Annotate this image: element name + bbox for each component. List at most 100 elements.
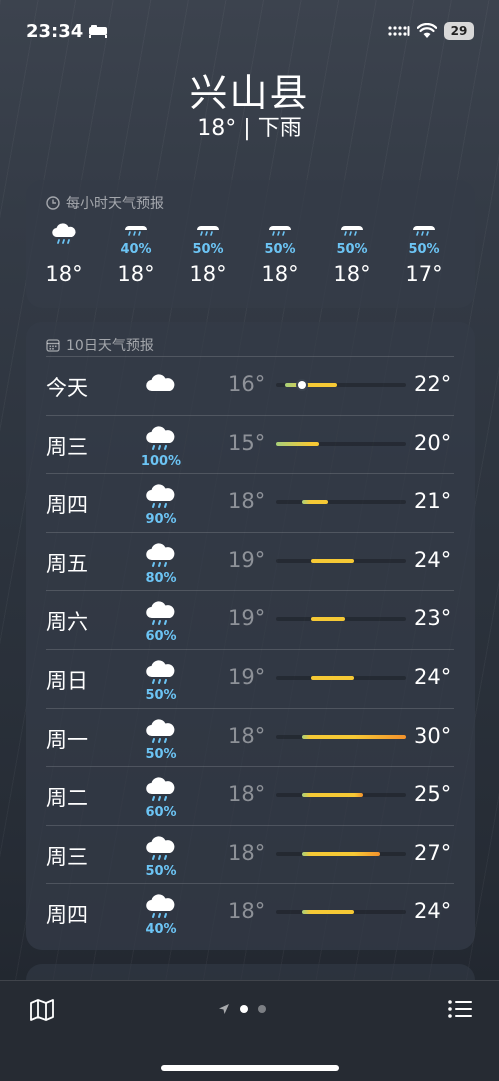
daily-row[interactable]: 今天 16° 22°: [26, 357, 475, 415]
page-indicator[interactable]: [218, 1003, 266, 1015]
precip-chance: 60%: [145, 629, 177, 645]
list-icon[interactable]: [448, 999, 472, 1019]
day-label: 今天: [46, 376, 88, 400]
temp-range-bar: [302, 500, 328, 505]
rain-cloud-icon: [144, 891, 178, 919]
daily-row[interactable]: 周四 40% 18° 24°: [26, 884, 475, 942]
daily-header: 10日天气预报: [46, 335, 154, 355]
high-temp: 24°: [414, 899, 452, 924]
day-label: 周二: [46, 786, 88, 811]
temp-range-bar: [302, 910, 354, 915]
hourly-item: 50% 18°: [322, 222, 382, 286]
temp-range-track: [276, 734, 406, 739]
low-temp: 19°: [228, 547, 266, 572]
low-temp: 18°: [228, 899, 266, 924]
hourly-precip: 40%: [120, 242, 152, 257]
precip-chance: 90%: [145, 512, 177, 528]
low-temp: 18°: [228, 723, 266, 748]
cellular-signal-icon: [388, 26, 410, 36]
hourly-title: 每小时天气预报: [66, 196, 164, 212]
temp-range-bar: [302, 793, 363, 798]
precip-chance: 60%: [145, 805, 177, 821]
rain-cloud-icon: [144, 657, 178, 685]
low-temp: 19°: [228, 606, 266, 631]
daily-row[interactable]: 周五 80% 19° 24°: [26, 533, 475, 591]
page-dot-1[interactable]: [240, 1005, 248, 1013]
daily-row[interactable]: 周六 60% 19° 23°: [26, 591, 475, 649]
hourly-temp: 17°: [405, 262, 443, 286]
daily-row[interactable]: 周一 50% 18° 30°: [26, 709, 475, 767]
sleep-focus-icon: [89, 25, 107, 38]
hourly-temp: 18°: [189, 262, 227, 286]
precip-chance: 50%: [145, 863, 177, 879]
temp-range-track: [276, 381, 406, 389]
cloud-icon: [144, 371, 178, 399]
day-label: 周四: [46, 903, 88, 928]
day-label: 周六: [46, 610, 88, 635]
bottom-toolbar: [0, 980, 499, 1081]
hourly-precip: 50%: [408, 242, 440, 257]
daily-row[interactable]: 周三 100% 15° 20°: [26, 416, 475, 474]
hourly-precip: 50%: [192, 242, 224, 257]
hourly-item: 50% 17°: [394, 222, 454, 286]
high-temp: 21°: [414, 489, 452, 514]
hourly-item: 50% 18°: [178, 222, 238, 286]
hourly-header: 每小时天气预报: [46, 193, 164, 213]
temp-range-bar: [310, 617, 346, 622]
rain-cloud-icon: [144, 540, 178, 568]
temp-range-track: [276, 500, 406, 505]
map-icon[interactable]: [30, 999, 54, 1021]
status-time: 23:34: [26, 21, 84, 42]
high-temp: 20°: [414, 430, 452, 455]
precip-chance: 50%: [145, 746, 177, 762]
rain-cloud-icon: [144, 833, 178, 861]
home-indicator[interactable]: [161, 1065, 339, 1071]
high-temp: 25°: [414, 782, 452, 807]
hourly-precip: 50%: [264, 242, 296, 257]
day-label: 周一: [46, 727, 88, 752]
temp-range-track: [276, 558, 406, 563]
low-temp: 18°: [228, 840, 266, 865]
status-bar: 23:34 29: [0, 18, 499, 46]
high-temp: 24°: [414, 547, 452, 572]
day-label: 周三: [46, 434, 88, 459]
hourly-temp: 18°: [117, 262, 155, 286]
low-temp: 19°: [228, 665, 266, 689]
day-label: 周五: [46, 551, 88, 576]
low-temp: 15°: [228, 430, 266, 455]
temp-range-track: [276, 910, 406, 915]
hourly-item: 40% 18°: [106, 222, 166, 286]
temp-range-track: [276, 441, 406, 446]
high-temp: 23°: [414, 606, 452, 631]
calendar-icon: [46, 339, 60, 352]
hourly-forecast-card[interactable]: 每小时天气预报 18° 40% 18° 50% 18° 50% 18° 50% 18° 50% 17…: [26, 180, 475, 308]
location-arrow-icon: [219, 1004, 229, 1014]
clock-icon: [46, 196, 60, 210]
daily-row[interactable]: 周日 50% 19° 24°: [26, 650, 475, 708]
temp-range-bar: [276, 441, 320, 446]
hourly-item: 18°: [34, 222, 94, 286]
rain-cloud-icon: [144, 716, 178, 744]
temp-range-track: [276, 851, 406, 856]
precip-chance: 40%: [145, 922, 177, 938]
page-dot-2[interactable]: [258, 1005, 266, 1013]
battery-indicator: 29: [444, 22, 474, 40]
temp-range-bar: [310, 676, 354, 680]
daily-row[interactable]: 周三 50% 18° 27°: [26, 826, 475, 884]
temp-range-bar: [302, 734, 406, 739]
rain-cloud-icon: [144, 598, 178, 626]
daily-row[interactable]: 周二 60% 18° 25°: [26, 767, 475, 825]
day-label: 周三: [46, 844, 88, 869]
precip-chance: 80%: [145, 570, 177, 586]
rain-cloud-icon: [144, 481, 178, 509]
precip-chance: 50%: [145, 688, 177, 703]
low-temp: 16°: [228, 372, 266, 396]
hourly-temp: 18°: [333, 262, 371, 286]
daily-row[interactable]: 周四 90% 18° 21°: [26, 474, 475, 532]
precip-chance: 100%: [140, 453, 182, 469]
current-temp-dot: [298, 381, 306, 389]
current-conditions: 18° | 下雨: [197, 116, 302, 141]
rain-cloud-icon: [50, 222, 78, 246]
daily-title: 10日天气预报: [66, 338, 154, 354]
ten-day-forecast-card[interactable]: 10日天气预报 今天 16° 22° 周三 100% 15° 20° 周四 90% 18° 21° 周…: [26, 322, 475, 950]
